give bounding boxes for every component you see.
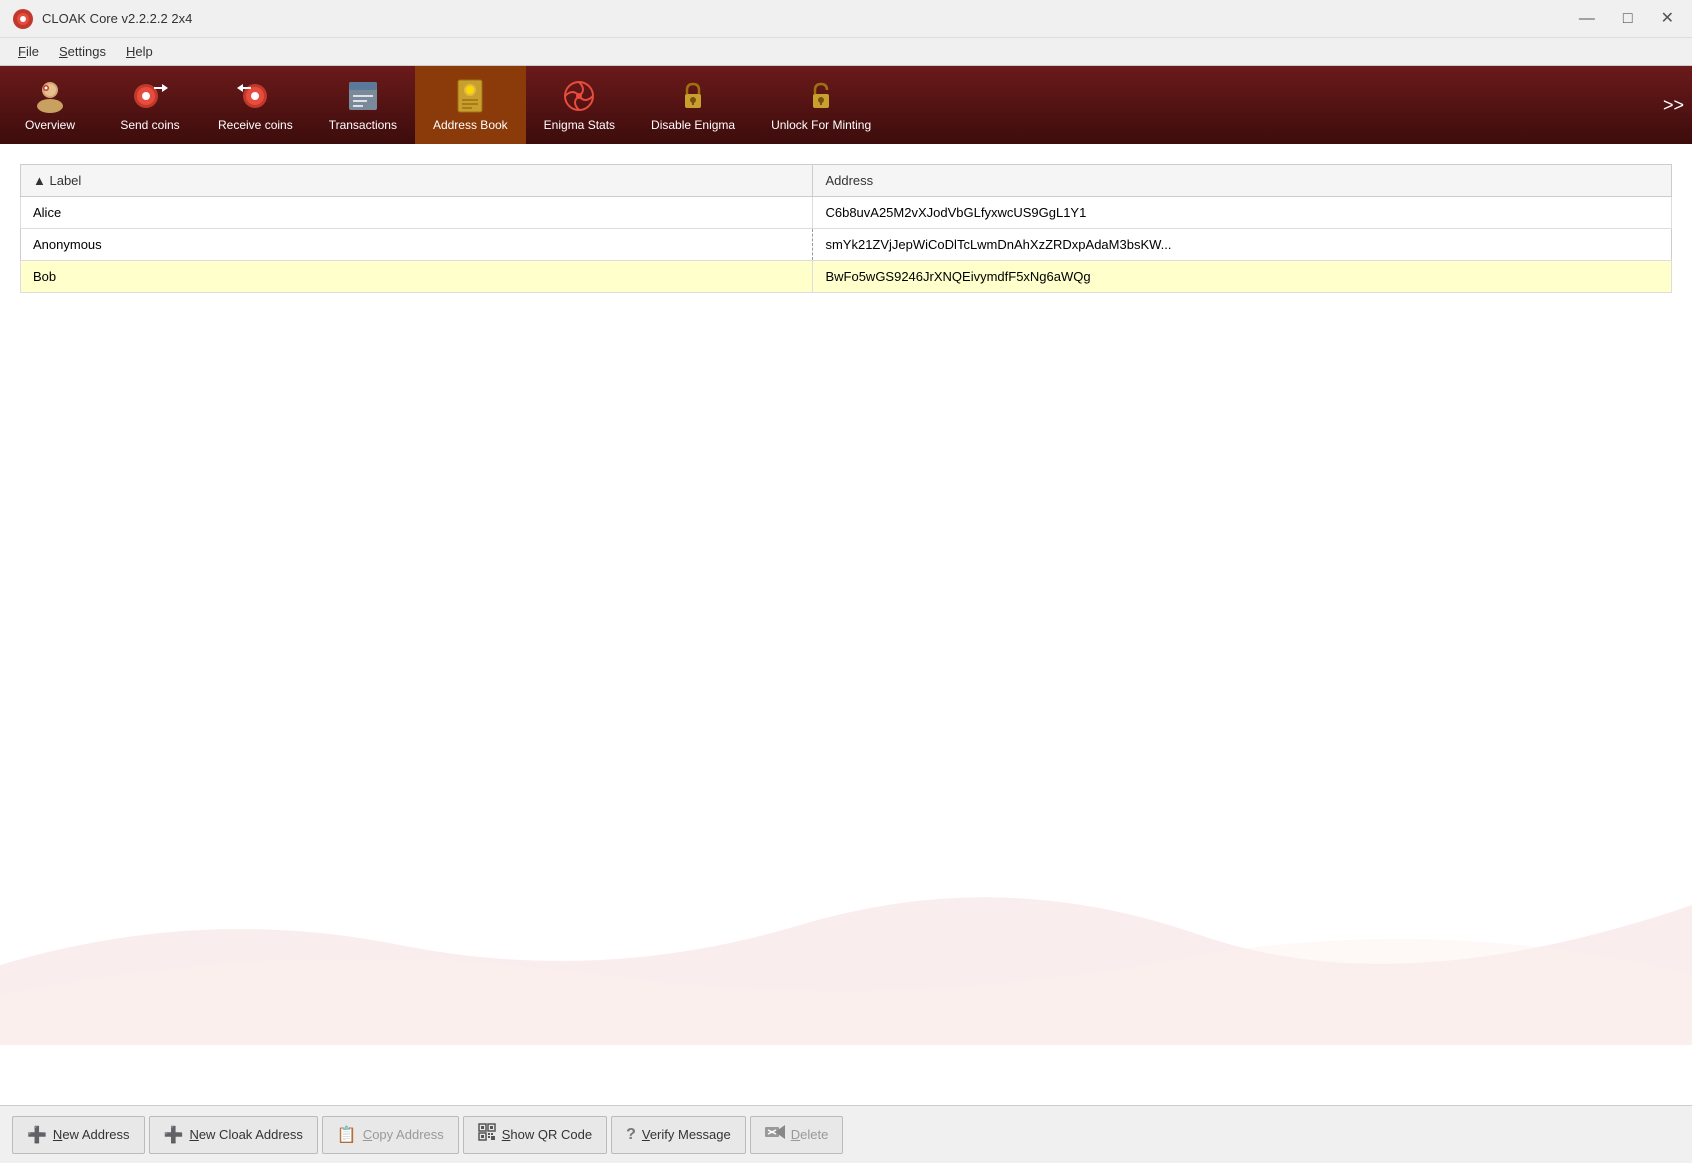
verify-icon: ? [626,1126,636,1144]
delete-button[interactable]: Delete [750,1116,844,1154]
column-header-label: ▲ Label [21,165,813,197]
new-cloak-address-button[interactable]: ➕ New Cloak Address [149,1116,318,1154]
copy-address-icon: 📋 [337,1125,357,1145]
unlock-minting-label: Unlock For Minting [771,118,871,132]
overview-label: Overview [25,118,75,132]
toolbar-overview[interactable]: Overview [0,66,100,144]
minimize-button[interactable]: — [1573,9,1601,29]
title-bar-left: CLOAK Core v2.2.2.2 2x4 [12,8,192,30]
toolbar-unlock-minting[interactable]: Unlock For Minting [753,66,889,144]
qr-icon [478,1123,496,1146]
overview-icon [32,78,68,114]
verify-message-button[interactable]: ? Verify Message [611,1116,746,1154]
toolbar-receive-coins[interactable]: Receive coins [200,66,311,144]
toolbar-overflow[interactable]: >> [1655,66,1692,144]
address-book-label: Address Book [433,118,508,132]
verify-label: Verify Message [642,1127,731,1142]
row-label: Anonymous [21,229,813,261]
close-button[interactable]: ✕ [1655,9,1680,29]
table-row[interactable]: Bob BwFo5wGS9246JrXNQEivymdfF5xNg6aWQg [21,261,1672,293]
copy-address-button[interactable]: 📋 Copy Address [322,1116,459,1154]
send-coins-icon [132,78,168,114]
disable-enigma-icon [675,78,711,114]
row-address: BwFo5wGS9246JrXNQEivymdfF5xNg6aWQg [813,261,1672,293]
table-row[interactable]: Anonymous smYk21ZVjJepWiCoDlTcLwmDnAhXzZ… [21,229,1672,261]
show-qr-label: Show QR Code [502,1127,592,1142]
new-cloak-icon: ➕ [164,1125,184,1145]
column-header-address: Address [813,165,1672,197]
send-coins-label: Send coins [120,118,179,132]
toolbar-address-book[interactable]: Address Book [415,66,526,144]
toolbar-transactions[interactable]: Transactions [311,66,415,144]
delete-label: Delete [791,1127,829,1142]
receive-coins-label: Receive coins [218,118,293,132]
disable-enigma-label: Disable Enigma [651,118,735,132]
row-label: Alice [21,197,813,229]
new-cloak-label: New Cloak Address [189,1127,302,1142]
table-wrapper: ▲ Label Address Alice C6b8uvA25M2vXJodVb… [0,144,1692,1105]
transactions-icon [345,78,381,114]
title-bar: CLOAK Core v2.2.2.2 2x4 — □ ✕ [0,0,1692,38]
row-address: smYk21ZVjJepWiCoDlTcLwmDnAhXzZRDxpAdaM3b… [813,229,1672,261]
main-content: ▲ Label Address Alice C6b8uvA25M2vXJodVb… [0,144,1692,1105]
delete-icon [765,1125,785,1144]
toolbar-enigma-stats[interactable]: Enigma Stats [526,66,633,144]
menu-settings[interactable]: Settings [49,41,116,62]
toolbar-send-coins[interactable]: Send coins [100,66,200,144]
copy-address-label: Copy Address [363,1127,444,1142]
table-row[interactable]: Alice C6b8uvA25M2vXJodVbGLfyxwcUS9GgL1Y1 [21,197,1672,229]
row-address: C6b8uvA25M2vXJodVbGLfyxwcUS9GgL1Y1 [813,197,1672,229]
show-qr-button[interactable]: Show QR Code [463,1116,607,1154]
enigma-stats-label: Enigma Stats [544,118,615,132]
toolbar: Overview Send coins Receive coins [0,66,1692,144]
row-label: Bob [21,261,813,293]
address-table: ▲ Label Address Alice C6b8uvA25M2vXJodVb… [20,164,1672,293]
new-address-label: New Address [53,1127,130,1142]
address-book-icon [452,78,488,114]
window-controls: — □ ✕ [1573,9,1680,29]
menu-bar: File Settings Help [0,38,1692,66]
receive-coins-icon [237,78,273,114]
new-address-icon: ➕ [27,1125,47,1145]
unlock-minting-icon [803,78,839,114]
menu-file[interactable]: File [8,41,49,62]
new-address-button[interactable]: ➕ New Address [12,1116,145,1154]
bottom-toolbar: ➕ New Address ➕ New Cloak Address 📋 Copy… [0,1105,1692,1163]
menu-help[interactable]: Help [116,41,163,62]
toolbar-disable-enigma[interactable]: Disable Enigma [633,66,753,144]
enigma-stats-icon [561,78,597,114]
app-logo [12,8,34,30]
maximize-button[interactable]: □ [1617,9,1639,29]
window-title: CLOAK Core v2.2.2.2 2x4 [42,11,192,26]
transactions-label: Transactions [329,118,397,132]
